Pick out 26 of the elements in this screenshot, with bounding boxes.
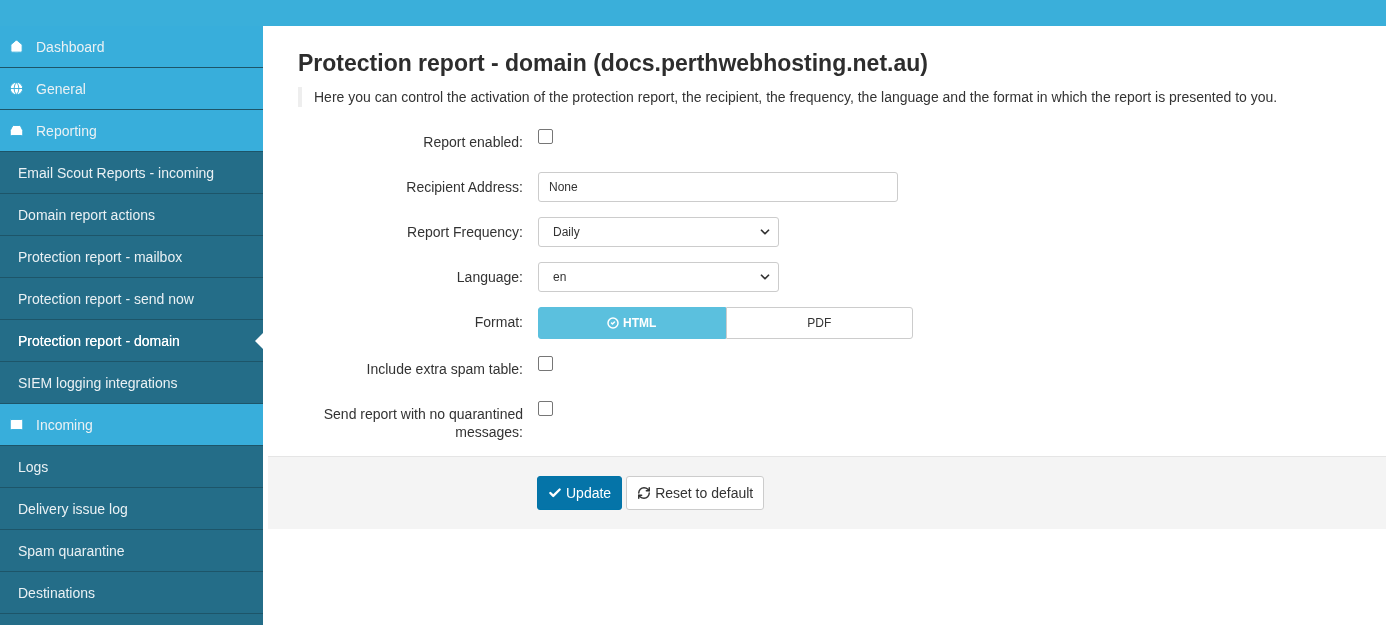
update-button[interactable]: Update	[537, 476, 623, 510]
field-label: Report Frequency:	[406, 223, 523, 241]
checkbox[interactable]	[538, 356, 553, 371]
inbox-icon	[9, 123, 24, 138]
globe-icon	[9, 81, 24, 96]
dropdown-select[interactable]: en	[538, 262, 779, 292]
reset-button[interactable]: Reset to default	[626, 476, 765, 510]
field-label: Include extra spam table:	[365, 360, 523, 378]
recipient-address-field[interactable]: None	[538, 172, 898, 202]
field-label: Format:	[473, 313, 523, 331]
dropdown-select[interactable]: Daily	[538, 217, 779, 247]
field-label: Send report with no quarantined messages:	[322, 405, 523, 441]
checkbox[interactable]	[538, 401, 553, 416]
refresh-icon	[637, 486, 652, 500]
check-circle-icon	[607, 317, 620, 329]
page-title: Protection report - domain (docs.perthwebhosting.net.au)	[298, 50, 929, 77]
field-label: Recipient Address:	[405, 178, 523, 196]
field-label: Language:	[455, 268, 523, 286]
active-pointer	[255, 333, 263, 349]
envelope-icon	[9, 417, 24, 432]
checkbox[interactable]	[538, 129, 553, 144]
home-icon	[9, 39, 24, 54]
field-label: Report enabled:	[422, 133, 523, 151]
checkmark-icon	[548, 486, 562, 500]
page-description: Here you can control the activation of the protection report, the recipient, the frequency, the language and the format in which the report is presented to you.	[298, 87, 1356, 107]
format-option[interactable]: PDF	[725, 307, 913, 339]
